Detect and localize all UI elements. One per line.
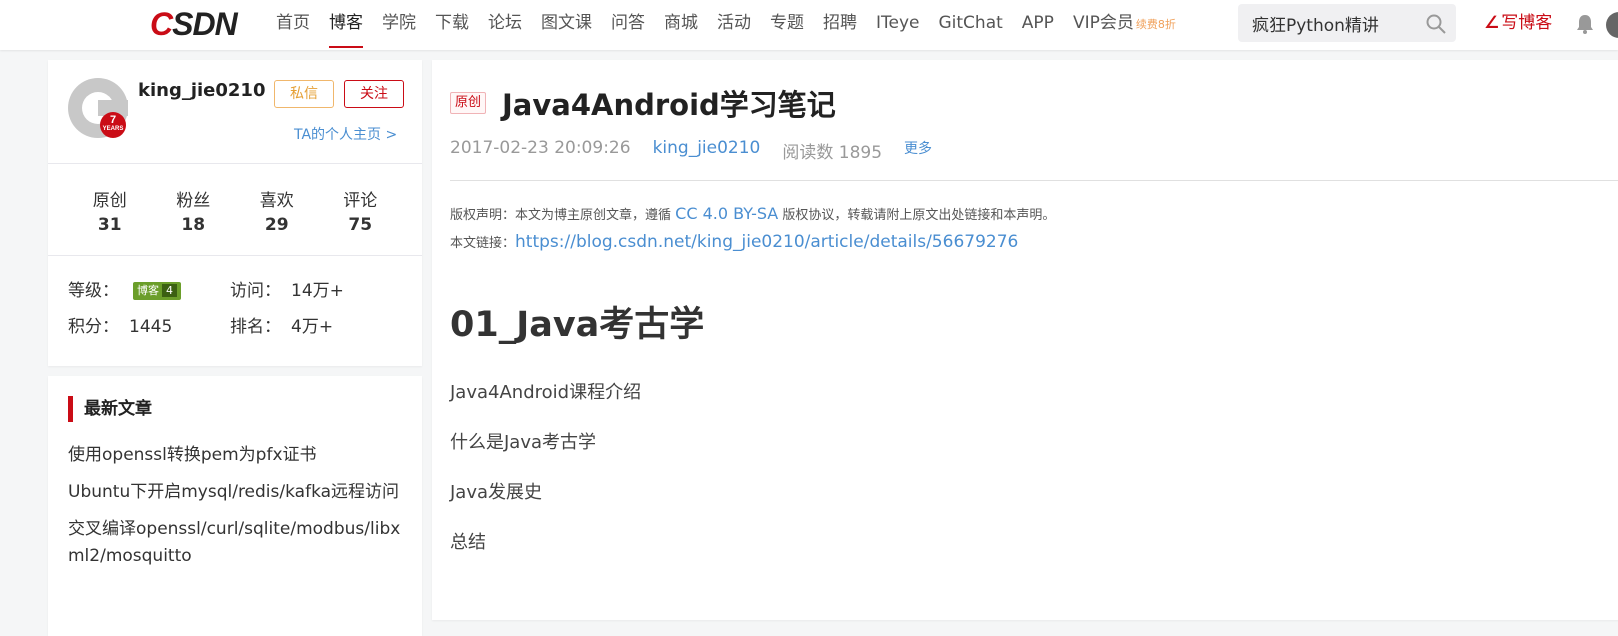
more-link[interactable]: 更多 bbox=[904, 138, 932, 163]
nav-vip-label: VIP会员 bbox=[1072, 13, 1134, 33]
nav-events[interactable]: 活动 bbox=[717, 0, 751, 48]
nav-graphic-course[interactable]: 图文课 bbox=[541, 0, 592, 48]
stat-label: 粉丝 bbox=[176, 191, 211, 211]
divider bbox=[48, 163, 422, 164]
recent-articles-list: 使用openssl转换pem为pfx证书 Ubuntu下开启mysql/redi… bbox=[68, 442, 404, 580]
author-stats: 原创 31 粉丝 18 喜欢 29 评论 75 bbox=[68, 186, 402, 235]
article-heading: 01_Java考古学 bbox=[450, 305, 705, 345]
divider bbox=[450, 180, 1618, 181]
nav-gitchat[interactable]: GitChat bbox=[939, 0, 1003, 48]
rank-value: 4万+ bbox=[291, 317, 334, 337]
original-tag: 原创 bbox=[450, 92, 487, 114]
main-nav: 首页 博客 学院 下载 论坛 图文课 问答 商城 活动 专题 招聘 ITeye … bbox=[276, 0, 1195, 48]
nav-blog[interactable]: 博客 bbox=[329, 0, 363, 48]
message-button[interactable]: 私信 bbox=[274, 80, 334, 108]
article-container: 原创 Java4Android学习笔记 2017-02-23 20:09:26 … bbox=[432, 60, 1618, 620]
stat-label: 喜欢 bbox=[259, 191, 294, 211]
recent-articles-card: 最新文章 使用openssl转换pem为pfx证书 Ubuntu下开启mysql… bbox=[48, 376, 422, 636]
years-badge: 7 YEARS bbox=[100, 112, 126, 138]
visits-row: 访问： 14万+ bbox=[230, 276, 344, 301]
nav-topics[interactable]: 专题 bbox=[770, 0, 804, 48]
author-profile-card: 7 YEARS king_jie0210 私信 关注 TA的个人主页 > 原创 … bbox=[48, 60, 422, 366]
level-badge-text: 博客 bbox=[137, 284, 159, 297]
copyright-suffix: 版权协议，转载请附上原文出处链接和本声明。 bbox=[778, 208, 1056, 223]
rank-row: 排名： 4万+ bbox=[230, 312, 333, 337]
nav-mall[interactable]: 商城 bbox=[664, 0, 698, 48]
follow-button[interactable]: 关注 bbox=[344, 80, 404, 108]
stat-label: 评论 bbox=[343, 191, 378, 211]
copyright-notice: 版权声明：本文为博主原创文章，遵循 CC 4.0 BY-SA 版权协议，转载请附… bbox=[450, 204, 1055, 223]
nav-iteye[interactable]: ITeye bbox=[876, 0, 920, 48]
stat-value: 29 bbox=[264, 215, 289, 235]
article-body: Java4Android课程介绍 什么是Java考古学 Java发展史 总结 bbox=[450, 380, 641, 580]
points-row: 积分： 1445 bbox=[68, 312, 172, 337]
article-paragraph: 总结 bbox=[450, 532, 486, 553]
bell-icon[interactable] bbox=[1576, 14, 1594, 38]
years-number: 7 bbox=[109, 114, 117, 126]
nav-download[interactable]: 下载 bbox=[435, 0, 469, 48]
author-username[interactable]: king_jie0210 bbox=[138, 80, 266, 101]
stat-original: 原创 31 bbox=[68, 186, 152, 235]
level-badge[interactable]: 博客 4 bbox=[133, 282, 181, 300]
stat-fans: 粉丝 18 bbox=[152, 186, 236, 235]
permalink-label: 本文链接： bbox=[450, 236, 516, 251]
write-blog-button[interactable]: ∠ 写博客 bbox=[1484, 12, 1552, 34]
nav-app[interactable]: APP bbox=[1022, 0, 1054, 48]
nav-vip[interactable]: VIP会员 续费8折 bbox=[1073, 0, 1176, 48]
article-author-link[interactable]: king_jie0210 bbox=[653, 138, 761, 163]
permalink-row: 本文链接：https://blog.csdn.net/king_jie0210/… bbox=[450, 232, 1018, 252]
recent-article-item[interactable]: 使用openssl转换pem为pfx证书 bbox=[68, 442, 404, 469]
stat-label: 原创 bbox=[92, 191, 127, 211]
search-box bbox=[1238, 4, 1456, 42]
user-avatar[interactable] bbox=[1606, 12, 1618, 38]
article-date: 2017-02-23 20:09:26 bbox=[450, 138, 631, 158]
visits-label: 访问： bbox=[230, 281, 281, 301]
level-row: 等级： 博客 4 bbox=[68, 276, 181, 301]
nav-jobs[interactable]: 招聘 bbox=[823, 0, 857, 48]
nav-academy[interactable]: 学院 bbox=[382, 0, 416, 48]
copyright-prefix: 版权声明：本文为博主原创文章，遵循 bbox=[450, 208, 676, 223]
article-paragraph: Java4Android课程介绍 bbox=[450, 382, 642, 403]
stat-value: 18 bbox=[181, 215, 206, 235]
author-homepage-link[interactable]: TA的个人主页 > bbox=[294, 124, 397, 144]
stat-comments: 评论 75 bbox=[319, 186, 403, 235]
article-paragraph: 什么是Java考古学 bbox=[450, 432, 597, 453]
nav-forum[interactable]: 论坛 bbox=[488, 0, 522, 48]
recent-article-item[interactable]: Ubuntu下开启mysql/redis/kafka远程访问 bbox=[68, 479, 404, 506]
article-paragraph: Java发展史 bbox=[450, 482, 543, 503]
recent-articles-title: 最新文章 bbox=[68, 396, 152, 422]
permalink-url[interactable]: https://blog.csdn.net/king_jie0210/artic… bbox=[515, 232, 1018, 252]
vip-discount-badge: 续费8折 bbox=[1135, 18, 1176, 31]
points-label: 积分： bbox=[68, 317, 119, 337]
recent-article-item[interactable]: 交叉编译openssl/curl/sqlite/modbus/libxml2/m… bbox=[68, 516, 404, 570]
rank-label: 排名： bbox=[230, 317, 281, 337]
divider bbox=[48, 255, 422, 256]
search-icon[interactable] bbox=[1426, 14, 1446, 38]
stat-value: 75 bbox=[348, 215, 373, 235]
nav-home[interactable]: 首页 bbox=[276, 0, 310, 48]
pen-icon: ∠ bbox=[1484, 13, 1500, 33]
top-navbar: CSDN 首页 博客 学院 下载 论坛 图文课 问答 商城 活动 专题 招聘 I… bbox=[0, 0, 1618, 50]
nav-qa[interactable]: 问答 bbox=[611, 0, 645, 48]
article-title: Java4Android学习笔记 bbox=[502, 88, 836, 122]
article-meta: 2017-02-23 20:09:26 king_jie0210 阅读数 189… bbox=[450, 138, 954, 163]
visits-value: 14万+ bbox=[291, 281, 344, 301]
years-caption: YEARS bbox=[102, 126, 124, 132]
csdn-logo[interactable]: CSDN bbox=[150, 6, 238, 42]
write-blog-label: 写博客 bbox=[1501, 13, 1553, 33]
level-label: 等级： bbox=[68, 281, 119, 301]
level-number: 4 bbox=[162, 284, 177, 297]
stat-likes: 喜欢 29 bbox=[235, 186, 319, 235]
stat-value: 31 bbox=[97, 215, 122, 235]
article-read-count: 阅读数 1895 bbox=[782, 143, 883, 163]
license-link[interactable]: CC 4.0 BY-SA bbox=[675, 204, 778, 223]
points-value: 1445 bbox=[129, 317, 173, 337]
search-input[interactable] bbox=[1238, 4, 1418, 42]
